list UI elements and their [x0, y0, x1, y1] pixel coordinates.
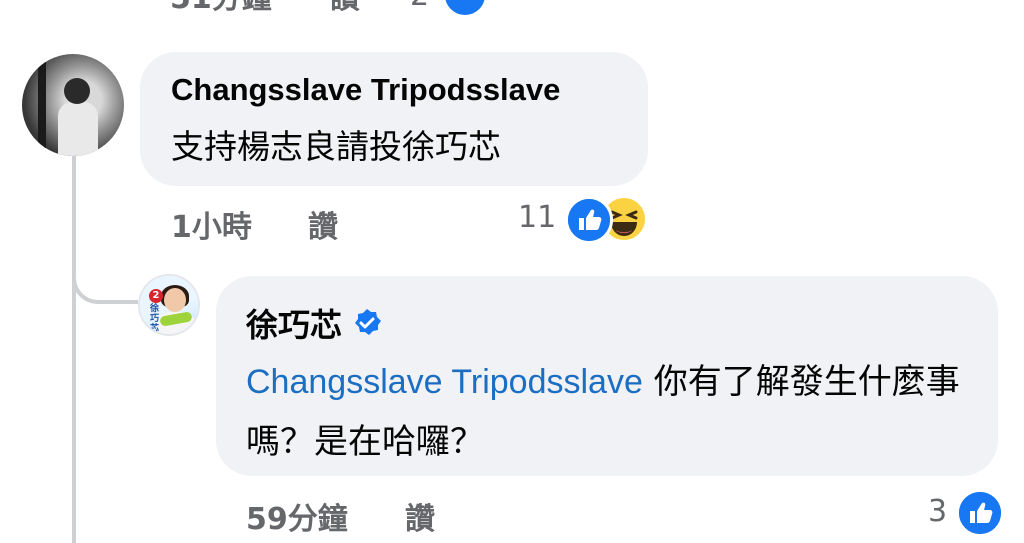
verified-badge-icon [352, 308, 382, 338]
avatar-vertical-text: 徐巧芯 [150, 304, 160, 334]
avatar[interactable]: 2 徐巧芯 [138, 274, 200, 336]
thread-reply-connector [72, 256, 138, 304]
like-icon [565, 196, 613, 244]
reply-text: Changsslave Tripodsslave 你有了解發生什麼事嗎？是在哈囉… [246, 352, 976, 472]
reaction-count[interactable]: 3 [928, 494, 947, 529]
reply-author-name[interactable]: 徐巧芯 [246, 300, 342, 346]
like-button[interactable]: 讚 [308, 202, 338, 246]
avatar-badge-number: 2 [149, 289, 163, 303]
previous-comment-like-button[interactable]: 讚 [330, 0, 410, 17]
reaction-count[interactable]: 11 [518, 200, 556, 235]
previous-comment-actions: 51分鐘 讚 2 [170, 0, 429, 20]
like-button[interactable]: 讚 [405, 494, 435, 538]
previous-comment-time[interactable]: 51分鐘 [170, 0, 330, 17]
comment-author-name[interactable]: Changsslave Tripodsslave [171, 72, 560, 108]
reply-timestamp[interactable]: 59分鐘 [246, 494, 348, 538]
previous-like-icon [442, 0, 488, 18]
like-icon [956, 489, 1004, 537]
reply-author: 徐巧芯 [246, 300, 382, 346]
thread-line [72, 156, 76, 543]
previous-comment-reaction-count[interactable]: 2 [410, 0, 429, 13]
avatar[interactable] [22, 54, 124, 156]
comment-text: 支持楊志良請投徐巧芯 [171, 127, 501, 166]
mention-link[interactable]: Changsslave Tripodsslave [246, 363, 643, 401]
comment-timestamp[interactable]: 1小時 [171, 202, 252, 246]
